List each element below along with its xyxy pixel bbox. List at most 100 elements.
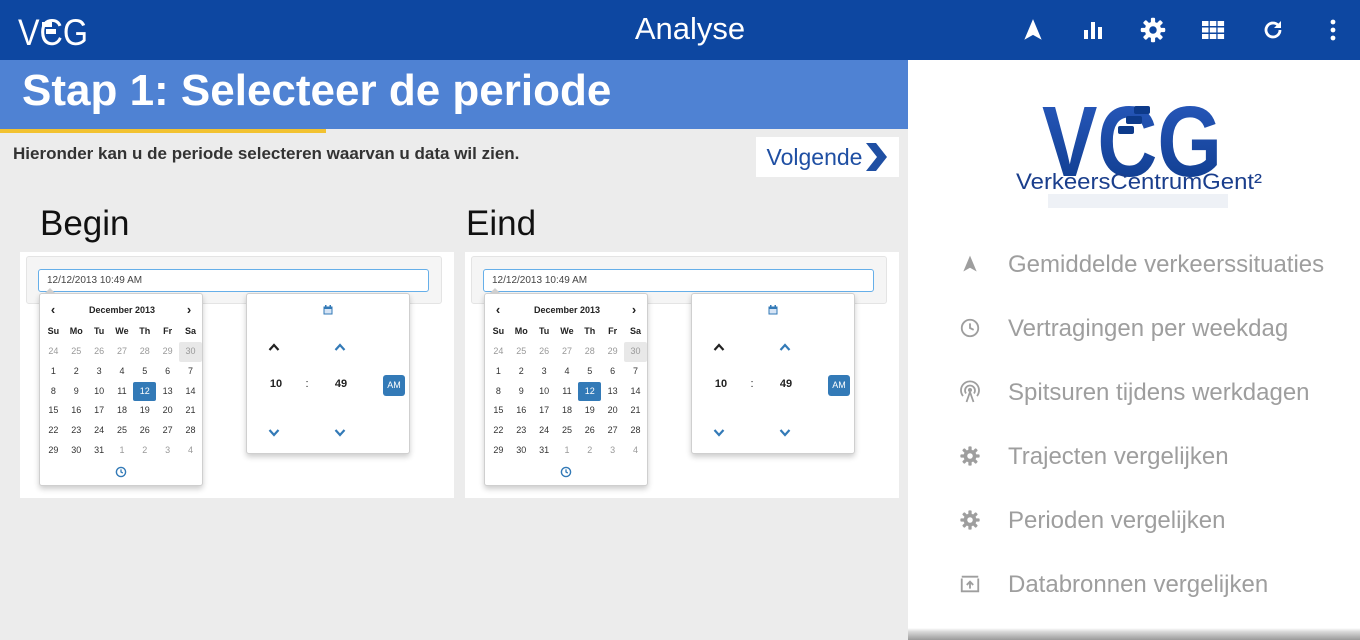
clock-icon[interactable]: [115, 465, 129, 479]
calendar-day[interactable]: 28: [179, 421, 202, 441]
calendar-day[interactable]: 2: [510, 362, 533, 382]
calendar-day[interactable]: 5: [578, 362, 601, 382]
calendar-day[interactable]: 26: [133, 421, 156, 441]
calendar-day[interactable]: 16: [510, 401, 533, 421]
calendar-day[interactable]: 29: [156, 342, 179, 362]
next-month-button[interactable]: ›: [623, 302, 645, 318]
calendar-day[interactable]: 21: [624, 401, 647, 421]
gear-icon[interactable]: [1135, 12, 1171, 48]
calendar-day[interactable]: 11: [556, 382, 579, 402]
calendar-day[interactable]: 27: [601, 421, 624, 441]
hour-value[interactable]: 10: [706, 378, 736, 390]
clock-icon[interactable]: [560, 465, 574, 479]
begin-datetime-input[interactable]: 12/12/2013 10:49 AM: [38, 269, 429, 292]
grid-icon[interactable]: [1195, 12, 1231, 48]
calendar-day[interactable]: 13: [601, 382, 624, 402]
calendar-day[interactable]: 9: [65, 382, 88, 402]
calendar-day[interactable]: 27: [556, 342, 579, 362]
calendar-day[interactable]: 17: [88, 401, 111, 421]
calendar-day[interactable]: 7: [179, 362, 202, 382]
calendar-day[interactable]: 27: [111, 342, 134, 362]
calendar-day[interactable]: 12: [578, 381, 602, 402]
calendar-day[interactable]: 3: [156, 441, 179, 461]
bar-chart-icon[interactable]: [1075, 12, 1111, 48]
nav-item-perioden-vergelijken[interactable]: Perioden vergelijken: [958, 498, 1358, 542]
calendar-day[interactable]: 26: [88, 342, 111, 362]
calendar-day[interactable]: 3: [533, 362, 556, 382]
calendar-day[interactable]: 10: [533, 382, 556, 402]
next-button[interactable]: Volgende: [756, 137, 899, 177]
calendar-day[interactable]: 20: [156, 401, 179, 421]
increment-hour-button[interactable]: [268, 339, 280, 357]
ampm-toggle[interactable]: AM: [828, 375, 850, 396]
calendar-day[interactable]: 24: [42, 342, 65, 362]
calendar-day[interactable]: 30: [624, 342, 647, 362]
increment-minute-button[interactable]: [334, 339, 346, 357]
calendar-day[interactable]: 15: [42, 401, 65, 421]
calendar-day[interactable]: 22: [42, 421, 65, 441]
calendar-day[interactable]: 31: [533, 441, 556, 461]
calendar-day[interactable]: 23: [65, 421, 88, 441]
calendar-day[interactable]: 1: [111, 441, 134, 461]
more-vert-icon[interactable]: [1315, 12, 1351, 48]
navigation-icon[interactable]: [1015, 12, 1051, 48]
decrement-hour-button[interactable]: [713, 425, 725, 443]
calendar-day[interactable]: 24: [487, 342, 510, 362]
calendar-day[interactable]: 14: [624, 382, 647, 402]
next-month-button[interactable]: ›: [178, 302, 200, 318]
calendar-day[interactable]: 8: [487, 382, 510, 402]
calendar-day[interactable]: 19: [133, 401, 156, 421]
prev-month-button[interactable]: ‹: [487, 302, 509, 318]
calendar-day[interactable]: 26: [578, 421, 601, 441]
calendar-day[interactable]: 4: [179, 441, 202, 461]
end-datetime-input[interactable]: 12/12/2013 10:49 AM: [483, 269, 874, 292]
calendar-day[interactable]: 3: [601, 441, 624, 461]
calendar-day[interactable]: 2: [65, 362, 88, 382]
calendar-day[interactable]: 1: [42, 362, 65, 382]
calendar-day[interactable]: 24: [533, 421, 556, 441]
calendar-day[interactable]: 28: [624, 421, 647, 441]
calendar-day[interactable]: 29: [42, 441, 65, 461]
calendar-day[interactable]: 8: [42, 382, 65, 402]
calendar-day[interactable]: 30: [510, 441, 533, 461]
calendar-day[interactable]: 27: [156, 421, 179, 441]
calendar-day[interactable]: 30: [179, 342, 202, 362]
calendar-day[interactable]: 29: [487, 441, 510, 461]
prev-month-button[interactable]: ‹: [42, 302, 64, 318]
calendar-day[interactable]: 3: [88, 362, 111, 382]
calendar-day[interactable]: 14: [179, 382, 202, 402]
calendar-day[interactable]: 31: [88, 441, 111, 461]
calendar-day[interactable]: 28: [133, 342, 156, 362]
vcg-big-logo[interactable]: VCG VerkeersCentrumGent²: [1008, 76, 1272, 236]
calendar-day[interactable]: 30: [65, 441, 88, 461]
minute-value[interactable]: 49: [771, 378, 801, 390]
calendar-day[interactable]: 11: [111, 382, 134, 402]
calendar-day[interactable]: 21: [179, 401, 202, 421]
increment-hour-button[interactable]: [713, 339, 725, 357]
increment-minute-button[interactable]: [779, 339, 791, 357]
calendar-day[interactable]: 2: [133, 441, 156, 461]
calendar-day[interactable]: 7: [624, 362, 647, 382]
month-label[interactable]: December 2013: [515, 302, 619, 318]
decrement-minute-button[interactable]: [779, 425, 791, 443]
calendar-day[interactable]: 1: [556, 441, 579, 461]
calendar-day[interactable]: 20: [601, 401, 624, 421]
calendar-day[interactable]: 2: [578, 441, 601, 461]
calendar-day[interactable]: 23: [510, 421, 533, 441]
nav-item-vertragingen-per-weekdag[interactable]: Vertragingen per weekdag: [958, 306, 1358, 350]
calendar-day[interactable]: 25: [111, 421, 134, 441]
calendar-day[interactable]: 25: [510, 342, 533, 362]
calendar-day[interactable]: 29: [601, 342, 624, 362]
calendar-day[interactable]: 18: [556, 401, 579, 421]
calendar-day[interactable]: 15: [487, 401, 510, 421]
ampm-toggle[interactable]: AM: [383, 375, 405, 396]
month-label[interactable]: December 2013: [70, 302, 174, 318]
calendar-day[interactable]: 18: [111, 401, 134, 421]
calendar-day[interactable]: 24: [88, 421, 111, 441]
calendar-icon[interactable]: [323, 302, 333, 320]
calendar-day[interactable]: 5: [133, 362, 156, 382]
nav-item-gemiddelde-verkeerssituaties[interactable]: Gemiddelde verkeerssituaties: [958, 242, 1358, 286]
calendar-day[interactable]: 10: [88, 382, 111, 402]
calendar-day[interactable]: 1: [487, 362, 510, 382]
calendar-day[interactable]: 6: [156, 362, 179, 382]
